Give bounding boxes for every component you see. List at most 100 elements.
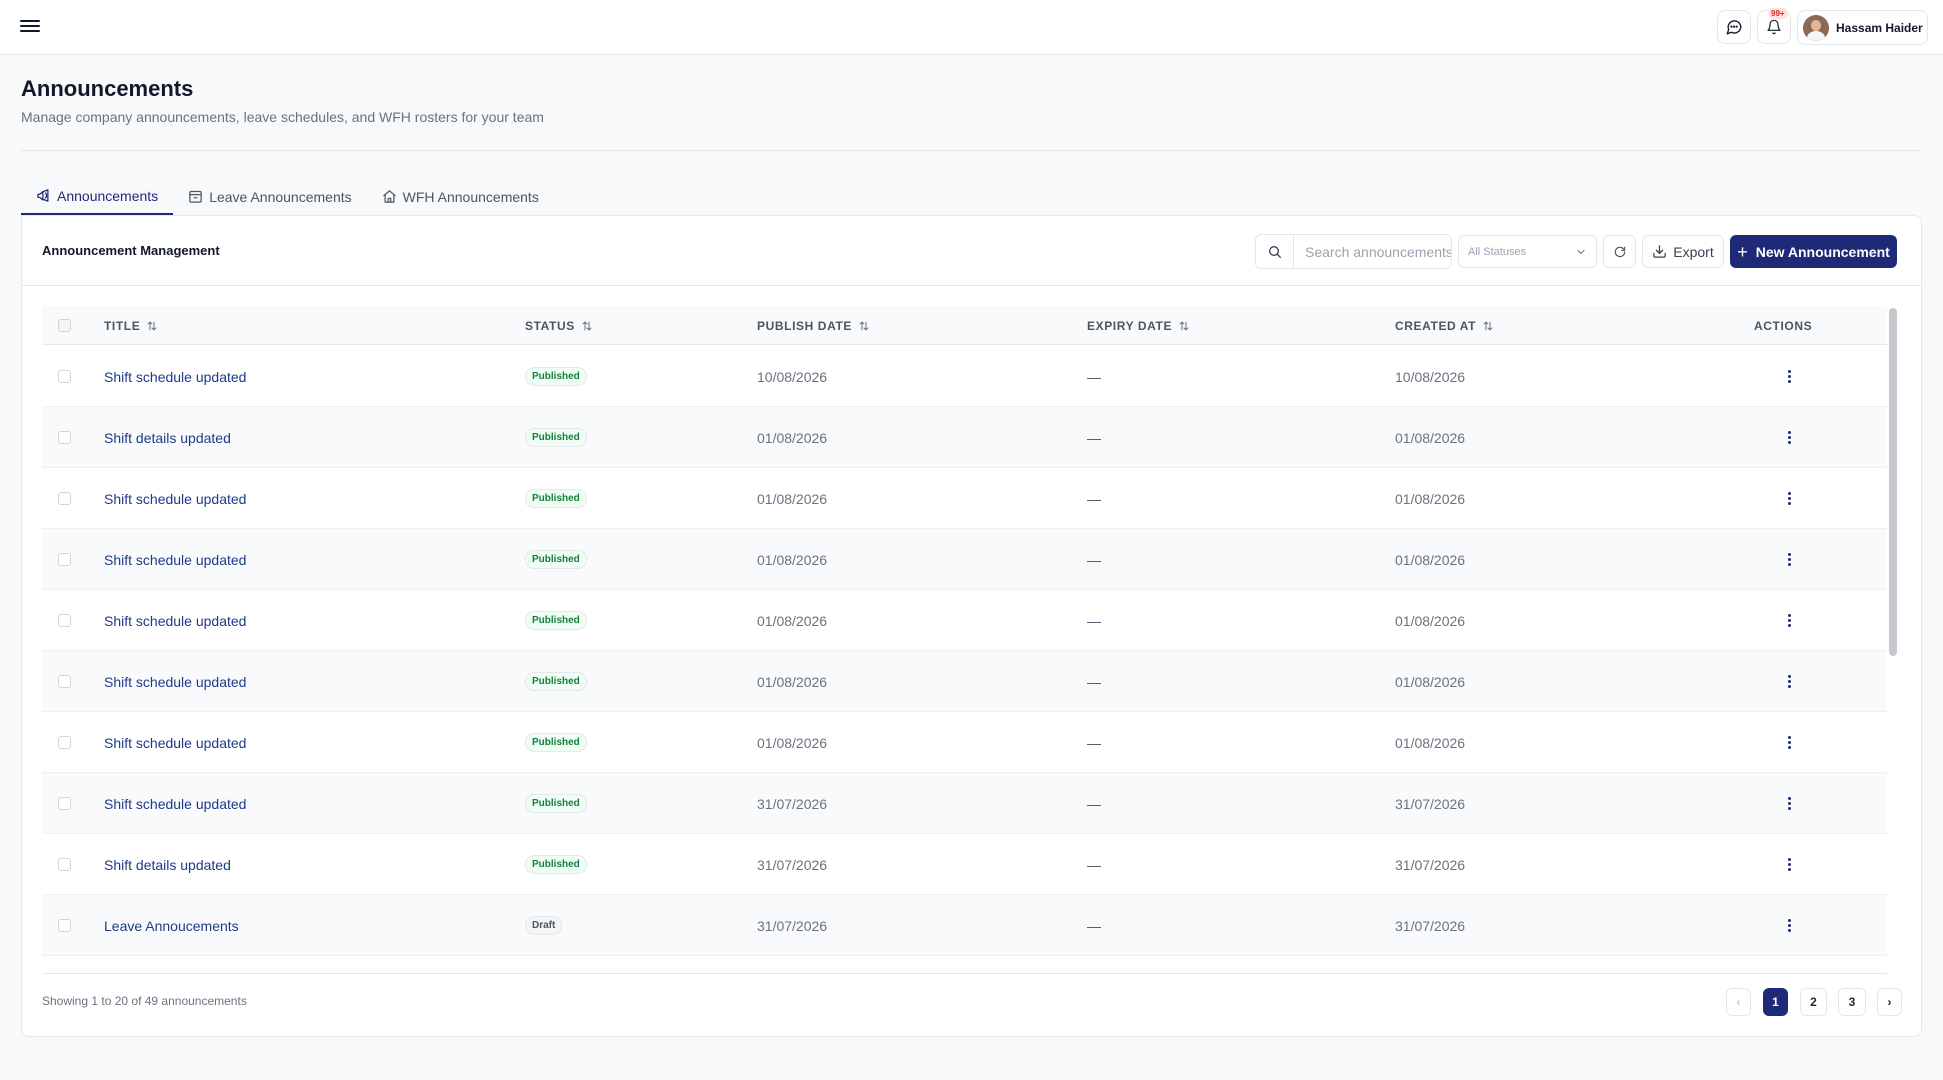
menu-icon[interactable] bbox=[20, 17, 40, 35]
column-label: STATUS bbox=[525, 318, 575, 333]
prev-page-button[interactable]: ‹ bbox=[1726, 988, 1751, 1016]
row-checkbox[interactable] bbox=[58, 858, 71, 871]
expiry-date: — bbox=[1087, 612, 1101, 629]
tab-announcements[interactable]: Announcements bbox=[21, 178, 174, 215]
card-title: Announcement Management bbox=[42, 243, 220, 258]
row-checkbox[interactable] bbox=[58, 797, 71, 810]
sort-icon bbox=[1483, 321, 1493, 330]
bell-icon bbox=[1767, 19, 1781, 35]
select-all-checkbox[interactable] bbox=[58, 319, 71, 332]
table-header: TITLE STATUS PUBLISH DATE EXPIRY DATE CR… bbox=[42, 306, 1887, 345]
card-header-divider bbox=[22, 285, 1921, 286]
pagination-summary: Showing 1 to 20 of 49 announcements bbox=[42, 994, 247, 1008]
publish-date: 01/08/2026 bbox=[757, 551, 828, 568]
announcement-title-link[interactable]: Shift schedule updated bbox=[104, 796, 246, 812]
announcement-management-card: Announcement Management All Statuses Exp… bbox=[21, 215, 1922, 1037]
row-checkbox[interactable] bbox=[58, 553, 71, 566]
sort-icon bbox=[859, 321, 869, 330]
row-checkbox[interactable] bbox=[58, 492, 71, 505]
column-label: ACTIONS bbox=[1754, 318, 1813, 333]
row-actions-icon[interactable] bbox=[1783, 610, 1795, 630]
header-divider bbox=[21, 150, 1921, 151]
search-icon[interactable] bbox=[1256, 235, 1294, 268]
expiry-date: — bbox=[1087, 673, 1101, 690]
announcement-title-link[interactable]: Shift schedule updated bbox=[104, 369, 246, 385]
status-badge: Published bbox=[525, 550, 587, 569]
table-row: Shift details updated Published 01/08/20… bbox=[42, 407, 1887, 468]
expiry-date: — bbox=[1087, 490, 1101, 507]
row-actions-icon[interactable] bbox=[1783, 549, 1795, 569]
created-at: 31/07/2026 bbox=[1395, 795, 1466, 812]
row-actions-icon[interactable] bbox=[1783, 671, 1795, 691]
status-badge: Draft bbox=[525, 916, 563, 935]
expiry-date: — bbox=[1087, 917, 1101, 934]
row-actions-icon[interactable] bbox=[1783, 915, 1795, 935]
announcement-title-link[interactable]: Shift schedule updated bbox=[104, 674, 246, 690]
new-announcement-button[interactable]: + New Announcement bbox=[1730, 235, 1897, 268]
refresh-button[interactable] bbox=[1603, 235, 1636, 268]
publish-date: 31/07/2026 bbox=[757, 856, 828, 873]
publish-date: 01/08/2026 bbox=[757, 734, 828, 751]
column-header-publish-date[interactable]: PUBLISH DATE bbox=[757, 306, 870, 345]
announcement-title-link[interactable]: Leave Annoucements bbox=[104, 918, 239, 934]
status-badge: Published bbox=[525, 489, 587, 508]
column-header-actions: ACTIONS bbox=[1754, 306, 1812, 345]
expiry-date: — bbox=[1087, 551, 1101, 568]
row-actions-icon[interactable] bbox=[1783, 488, 1795, 508]
announcement-title-link[interactable]: Shift schedule updated bbox=[104, 613, 246, 629]
table-row: Shift schedule updated Published 01/08/2… bbox=[42, 712, 1887, 773]
page-title: Announcements bbox=[21, 76, 194, 101]
row-actions-icon[interactable] bbox=[1783, 854, 1795, 874]
status-badge: Published bbox=[525, 733, 587, 752]
row-checkbox[interactable] bbox=[58, 431, 71, 444]
expiry-date: — bbox=[1087, 429, 1101, 446]
export-button[interactable]: Export bbox=[1642, 235, 1724, 268]
row-actions-icon[interactable] bbox=[1783, 732, 1795, 752]
row-checkbox[interactable] bbox=[58, 370, 71, 383]
scrollbar-thumb[interactable] bbox=[1889, 308, 1897, 656]
column-header-status[interactable]: STATUS bbox=[525, 306, 593, 345]
footer-divider bbox=[42, 973, 1887, 974]
expiry-date: — bbox=[1087, 795, 1101, 812]
column-header-created-at[interactable]: CREATED AT bbox=[1395, 306, 1494, 345]
created-at: 31/07/2026 bbox=[1395, 856, 1466, 873]
chat-icon bbox=[1726, 20, 1742, 35]
row-checkbox[interactable] bbox=[58, 614, 71, 627]
row-actions-icon[interactable] bbox=[1783, 793, 1795, 813]
tab-leave-announcements[interactable]: Leave Announcements bbox=[173, 178, 366, 215]
row-checkbox[interactable] bbox=[58, 736, 71, 749]
messages-button[interactable] bbox=[1717, 10, 1751, 44]
announcement-title-link[interactable]: Shift schedule updated bbox=[104, 552, 246, 568]
notifications-button[interactable]: 99+ bbox=[1757, 8, 1791, 44]
row-actions-icon[interactable] bbox=[1783, 427, 1795, 447]
row-checkbox[interactable] bbox=[58, 675, 71, 688]
tab-wfh-announcements[interactable]: WFH Announcements bbox=[367, 178, 554, 215]
table-row: Leave Annoucements Draft 31/07/2026 — 31… bbox=[42, 895, 1887, 956]
page-button-3[interactable]: 3 bbox=[1838, 988, 1866, 1016]
announcements-table: TITLE STATUS PUBLISH DATE EXPIRY DATE CR… bbox=[42, 306, 1887, 973]
page-button-1[interactable]: 1 bbox=[1763, 988, 1788, 1016]
announcement-title-link[interactable]: Shift schedule updated bbox=[104, 491, 246, 507]
table-row: Shift schedule updated Published 01/08/2… bbox=[42, 468, 1887, 529]
row-checkbox[interactable] bbox=[58, 919, 71, 932]
row-actions-icon[interactable] bbox=[1783, 366, 1795, 386]
publish-date: 01/08/2026 bbox=[757, 612, 828, 629]
announcement-title-link[interactable]: Shift details updated bbox=[104, 857, 231, 873]
table-row-partial bbox=[42, 956, 1887, 973]
tab-label: Announcements bbox=[57, 187, 159, 204]
next-page-button[interactable]: › bbox=[1877, 988, 1902, 1016]
announcement-title-link[interactable]: Shift details updated bbox=[104, 430, 231, 446]
column-header-expiry-date[interactable]: EXPIRY DATE bbox=[1087, 306, 1190, 345]
status-filter-select[interactable]: All Statuses bbox=[1458, 235, 1597, 268]
publish-date: 31/07/2026 bbox=[757, 795, 828, 812]
publish-date: 31/07/2026 bbox=[757, 917, 828, 934]
megaphone-icon bbox=[37, 189, 49, 202]
column-header-title[interactable]: TITLE bbox=[104, 306, 158, 345]
user-menu-button[interactable]: Hassam Haider bbox=[1797, 10, 1928, 45]
table-scrollbar[interactable] bbox=[1889, 308, 1897, 972]
page-button-2[interactable]: 2 bbox=[1800, 988, 1827, 1016]
search-box bbox=[1255, 234, 1452, 269]
search-input[interactable] bbox=[1294, 235, 1451, 268]
announcement-title-link[interactable]: Shift schedule updated bbox=[104, 735, 246, 751]
table-row: Shift schedule updated Published 10/08/2… bbox=[42, 346, 1887, 407]
